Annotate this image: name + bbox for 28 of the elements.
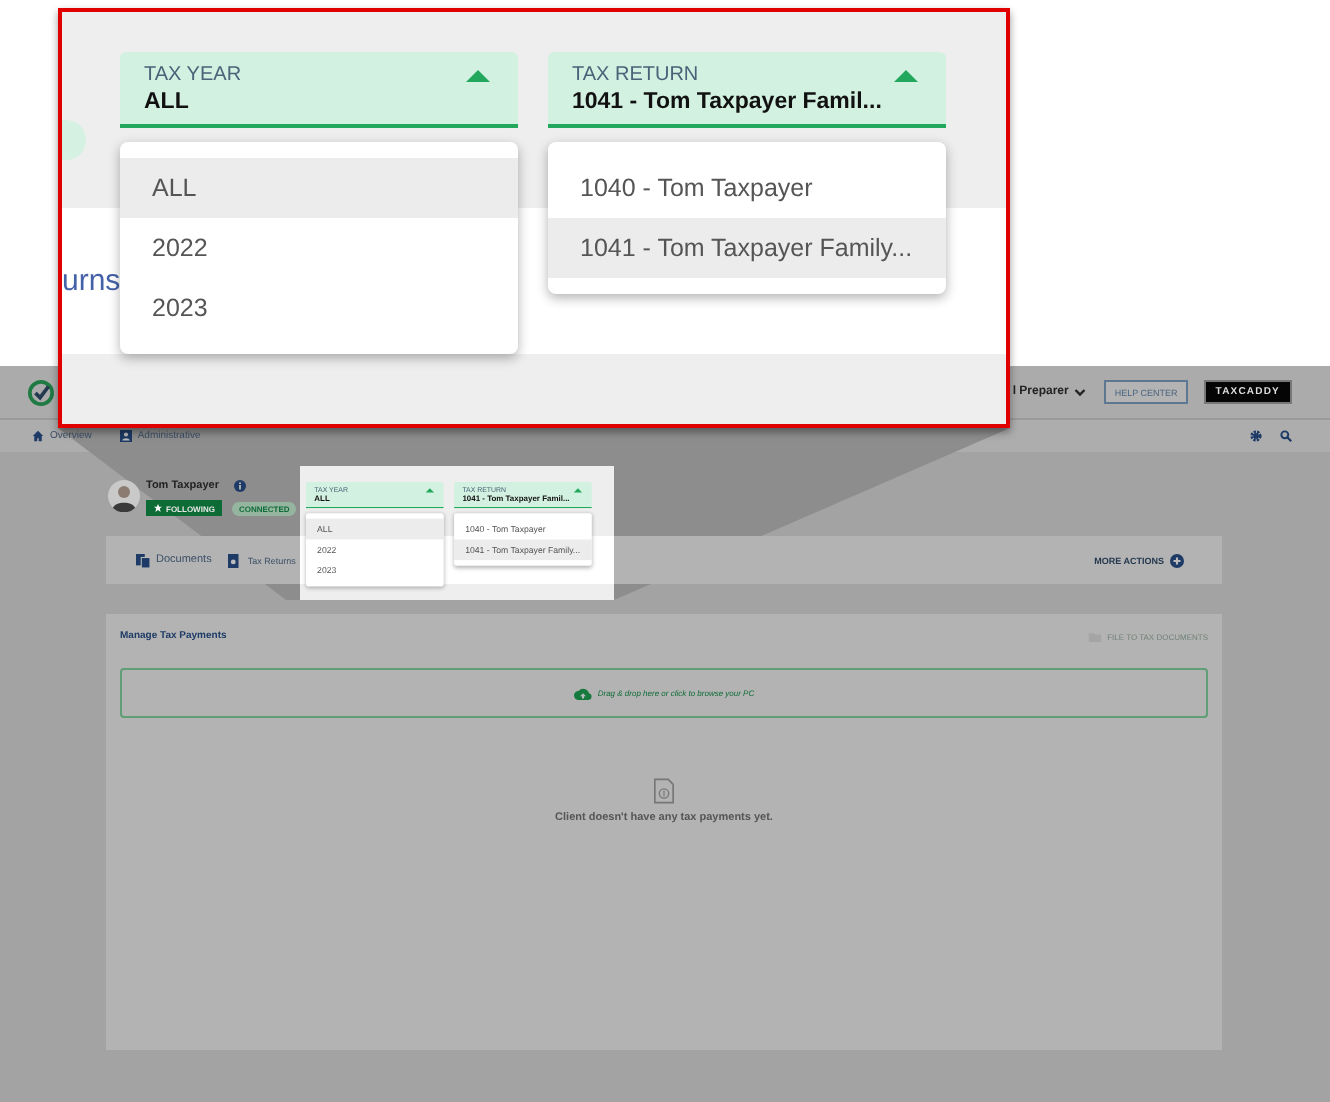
chevron-down-icon[interactable] — [1074, 387, 1087, 397]
settings-icon[interactable] — [1250, 430, 1262, 442]
info-icon[interactable] — [234, 480, 247, 492]
home-icon[interactable] — [32, 430, 44, 442]
check-logo-icon — [28, 379, 54, 405]
menu-option[interactable]: 1040 - Tom Taxpayer — [548, 158, 946, 218]
field-label: TAX RETURN — [572, 64, 699, 86]
caret-icon[interactable] — [466, 70, 490, 82]
documents-icon[interactable] — [136, 553, 150, 567]
cloud-upload-icon — [573, 687, 592, 699]
field-value: 1041 - Tom Taxpayer Famil... — [572, 88, 882, 118]
tax-document-icon[interactable] — [227, 553, 242, 567]
select-field[interactable]: TAX RETURN 1041 - Tom Taxpayer Famil... — [548, 52, 946, 128]
menu-option[interactable]: 1041 - Tom Taxpayer Family... — [548, 218, 946, 278]
caret-icon[interactable] — [425, 488, 434, 493]
menu-option[interactable]: 2022 — [120, 218, 518, 278]
tab-label[interactable]: urns — [62, 264, 121, 298]
caret-icon[interactable] — [894, 70, 918, 82]
caret-icon[interactable] — [573, 488, 583, 493]
plus-icon[interactable] — [1170, 553, 1184, 567]
field-label: TAX YEAR — [144, 64, 242, 86]
field-value: ALL — [144, 88, 189, 118]
select-field[interactable]: TAX YEAR ALL — [120, 52, 518, 128]
star-icon — [154, 504, 162, 512]
menu-option[interactable]: 2023 — [120, 278, 518, 338]
search-icon[interactable] — [1280, 430, 1292, 442]
menu-option[interactable]: ALL — [120, 158, 518, 218]
avatar — [108, 480, 140, 512]
